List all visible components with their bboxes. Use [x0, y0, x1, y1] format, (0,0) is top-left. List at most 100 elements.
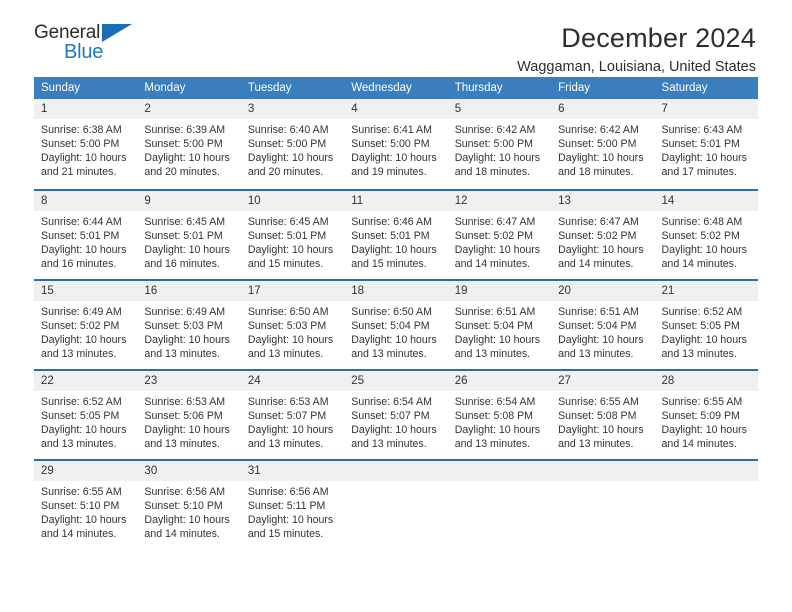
calendar-day-cell[interactable]: 30 Sunrise: 6:56 AM Sunset: 5:10 PM Dayligh…: [137, 459, 241, 549]
sunrise-time: Sunrise: 6:53 AM: [247, 396, 329, 408]
daylight-duration-line1: Daylight: 10 hours: [144, 514, 230, 527]
calendar-day-cell[interactable]: 26 Sunrise: 6:54 AM Sunset: 5:08 PM Dayligh…: [447, 369, 552, 459]
daylight-duration-line1: Daylight: 10 hours: [41, 334, 127, 347]
daylight-duration-line1: Daylight: 10 hours: [41, 152, 127, 165]
sunrise-time: Sunrise: 6:41 AM: [351, 124, 432, 136]
day-number: [447, 461, 552, 481]
calendar-day-cell[interactable]: 7 Sunrise: 6:43 AM Sunset: 5:01 PM Daylight…: [654, 99, 758, 189]
daylight-duration-line2: and 13 minutes.: [41, 348, 117, 361]
calendar-day-cell[interactable]: 16 Sunrise: 6:49 AM Sunset: 5:03 PM Dayligh…: [137, 279, 241, 369]
day-number: 28: [654, 371, 758, 391]
sunset-time: Sunset: 5:03 PM: [247, 320, 327, 333]
sunset-time: Sunset: 5:02 PM: [454, 230, 534, 243]
daylight-duration-line2: and 15 minutes.: [351, 258, 427, 271]
daylight-duration-line1: Daylight: 10 hours: [661, 244, 747, 257]
calendar-day-cell[interactable]: 28 Sunrise: 6:55 AM Sunset: 5:09 PM Dayligh…: [654, 369, 758, 459]
calendar-body: 1 Sunrise: 6:38 AM Sunset: 5:00 PM Daylight…: [34, 99, 758, 549]
calendar-day-cell[interactable]: 19 Sunrise: 6:51 AM Sunset: 5:04 PM Dayligh…: [447, 279, 552, 369]
day-sun-info: Sunrise: 6:43 AM Sunset: 5:01 PM Daylight:…: [655, 119, 758, 179]
day-cell-inner: 9 Sunrise: 6:45 AM Sunset: 5:01 PM Daylight…: [137, 189, 241, 279]
calendar-day-cell[interactable]: 13 Sunrise: 6:47 AM Sunset: 5:02 PM Dayligh…: [551, 189, 655, 279]
day-cell-inner: 8 Sunrise: 6:44 AM Sunset: 5:01 PM Daylight…: [34, 189, 138, 279]
weekday-header-saturday: Saturday: [654, 77, 758, 99]
calendar-day-cell[interactable]: 12 Sunrise: 6:47 AM Sunset: 5:02 PM Dayligh…: [447, 189, 552, 279]
calendar-day-cell[interactable]: 29 Sunrise: 6:55 AM Sunset: 5:10 PM Dayligh…: [34, 459, 138, 549]
day-number: 22: [34, 371, 138, 391]
daylight-duration-line1: Daylight: 10 hours: [558, 244, 644, 257]
day-number: 13: [551, 191, 655, 211]
day-cell-inner: 11 Sunrise: 6:46 AM Sunset: 5:01 PM Dayligh…: [344, 189, 448, 279]
calendar-day-cell[interactable]: [654, 459, 758, 549]
calendar-day-cell[interactable]: 4 Sunrise: 6:41 AM Sunset: 5:00 PM Daylight…: [344, 99, 448, 189]
day-sun-info: Sunrise: 6:56 AM Sunset: 5:10 PM Daylight:…: [137, 481, 240, 541]
calendar-day-cell[interactable]: 9 Sunrise: 6:45 AM Sunset: 5:01 PM Daylight…: [137, 189, 241, 279]
calendar-day-cell[interactable]: [447, 459, 552, 549]
day-cell-inner: [551, 459, 655, 549]
calendar-day-cell[interactable]: 14 Sunrise: 6:48 AM Sunset: 5:02 PM Dayligh…: [654, 189, 758, 279]
daylight-duration-line2: and 16 minutes.: [144, 258, 220, 271]
day-cell-inner: 25 Sunrise: 6:54 AM Sunset: 5:07 PM Dayligh…: [344, 369, 448, 459]
day-cell-inner: [654, 459, 758, 549]
calendar-day-cell[interactable]: 1 Sunrise: 6:38 AM Sunset: 5:00 PM Daylight…: [34, 99, 138, 189]
calendar-day-cell[interactable]: 6 Sunrise: 6:42 AM Sunset: 5:00 PM Daylight…: [551, 99, 655, 189]
daylight-duration-line2: and 14 minutes.: [144, 528, 220, 541]
calendar-day-cell[interactable]: 20 Sunrise: 6:51 AM Sunset: 5:04 PM Dayligh…: [551, 279, 655, 369]
daylight-duration-line2: and 14 minutes.: [454, 258, 531, 271]
daylight-duration-line1: Daylight: 10 hours: [144, 424, 230, 437]
daylight-duration-line1: Daylight: 10 hours: [351, 152, 437, 165]
calendar-day-cell[interactable]: 18 Sunrise: 6:50 AM Sunset: 5:04 PM Dayligh…: [344, 279, 448, 369]
calendar-day-cell[interactable]: [344, 459, 448, 549]
day-number: [551, 461, 655, 481]
day-cell-inner: 14 Sunrise: 6:48 AM Sunset: 5:02 PM Dayligh…: [654, 189, 758, 279]
calendar-day-cell[interactable]: 27 Sunrise: 6:55 AM Sunset: 5:08 PM Dayligh…: [551, 369, 655, 459]
sunset-time: Sunset: 5:02 PM: [41, 320, 120, 333]
day-sun-info: Sunrise: 6:54 AM Sunset: 5:07 PM Daylight:…: [344, 391, 447, 451]
calendar-day-cell[interactable]: 8 Sunrise: 6:44 AM Sunset: 5:01 PM Daylight…: [34, 189, 138, 279]
calendar-day-cell[interactable]: 23 Sunrise: 6:53 AM Sunset: 5:06 PM Dayligh…: [137, 369, 241, 459]
day-cell-inner: 27 Sunrise: 6:55 AM Sunset: 5:08 PM Dayligh…: [551, 369, 655, 459]
daylight-duration-line1: Daylight: 10 hours: [144, 334, 230, 347]
calendar-day-cell[interactable]: 15 Sunrise: 6:49 AM Sunset: 5:02 PM Dayligh…: [34, 279, 138, 369]
calendar-day-cell[interactable]: 31 Sunrise: 6:56 AM Sunset: 5:11 PM Dayligh…: [240, 459, 345, 549]
day-number: 15: [34, 281, 138, 301]
day-number: [654, 461, 758, 481]
weekday-header-row: Sunday Monday Tuesday Wednesday Thursday…: [34, 77, 758, 99]
sunset-time: Sunset: 5:01 PM: [41, 230, 120, 243]
general-blue-logo[interactable]: General Blue: [34, 22, 141, 68]
sunrise-time: Sunrise: 6:43 AM: [661, 124, 743, 136]
calendar-day-cell[interactable]: 25 Sunrise: 6:54 AM Sunset: 5:07 PM Dayligh…: [344, 369, 448, 459]
weekday-header-tuesday: Tuesday: [240, 77, 345, 99]
calendar-day-cell[interactable]: 21 Sunrise: 6:52 AM Sunset: 5:05 PM Dayligh…: [654, 279, 758, 369]
day-cell-inner: [447, 459, 552, 549]
calendar-day-cell[interactable]: 22 Sunrise: 6:52 AM Sunset: 5:05 PM Dayligh…: [34, 369, 138, 459]
calendar-day-cell[interactable]: 2 Sunrise: 6:39 AM Sunset: 5:00 PM Daylight…: [137, 99, 241, 189]
calendar-day-cell[interactable]: 5 Sunrise: 6:42 AM Sunset: 5:00 PM Daylight…: [447, 99, 552, 189]
calendar-day-cell[interactable]: 17 Sunrise: 6:50 AM Sunset: 5:03 PM Dayligh…: [240, 279, 345, 369]
day-sun-info: Sunrise: 6:53 AM Sunset: 5:06 PM Daylight:…: [137, 391, 240, 451]
sunset-time: Sunset: 5:01 PM: [351, 230, 430, 243]
daylight-duration-line2: and 15 minutes.: [247, 258, 324, 271]
calendar-day-cell[interactable]: 10 Sunrise: 6:45 AM Sunset: 5:01 PM Dayligh…: [240, 189, 345, 279]
calendar-week-row: 22 Sunrise: 6:52 AM Sunset: 5:05 PM Dayligh…: [34, 369, 758, 459]
page-header: General Blue December 2024 Waggaman, Lou…: [34, 0, 758, 75]
calendar-day-cell[interactable]: [551, 459, 655, 549]
calendar-day-cell[interactable]: 11 Sunrise: 6:46 AM Sunset: 5:01 PM Dayligh…: [344, 189, 448, 279]
day-cell-inner: 2 Sunrise: 6:39 AM Sunset: 5:00 PM Daylight…: [137, 99, 241, 189]
day-cell-inner: 10 Sunrise: 6:45 AM Sunset: 5:01 PM Dayligh…: [240, 189, 345, 279]
daylight-duration-line1: Daylight: 10 hours: [41, 424, 127, 437]
calendar-day-cell[interactable]: 3 Sunrise: 6:40 AM Sunset: 5:00 PM Daylight…: [240, 99, 345, 189]
sunrise-time: Sunrise: 6:53 AM: [144, 396, 226, 408]
day-number: 23: [137, 371, 241, 391]
daylight-duration-line2: and 14 minutes.: [41, 528, 117, 541]
daylight-duration-line1: Daylight: 10 hours: [41, 514, 127, 527]
day-number: [344, 461, 448, 481]
sunset-time: Sunset: 5:11 PM: [247, 500, 326, 513]
daylight-duration-line1: Daylight: 10 hours: [351, 424, 437, 437]
calendar-day-cell[interactable]: 24 Sunrise: 6:53 AM Sunset: 5:07 PM Dayligh…: [240, 369, 345, 459]
sunset-time: Sunset: 5:10 PM: [41, 500, 120, 513]
day-sun-info: Sunrise: 6:52 AM Sunset: 5:05 PM Daylight:…: [655, 301, 758, 361]
day-cell-inner: 3 Sunrise: 6:40 AM Sunset: 5:00 PM Daylight…: [240, 99, 345, 189]
sunset-time: Sunset: 5:09 PM: [661, 410, 740, 423]
sunset-time: Sunset: 5:08 PM: [454, 410, 534, 423]
day-cell-inner: 12 Sunrise: 6:47 AM Sunset: 5:02 PM Dayligh…: [447, 189, 552, 279]
